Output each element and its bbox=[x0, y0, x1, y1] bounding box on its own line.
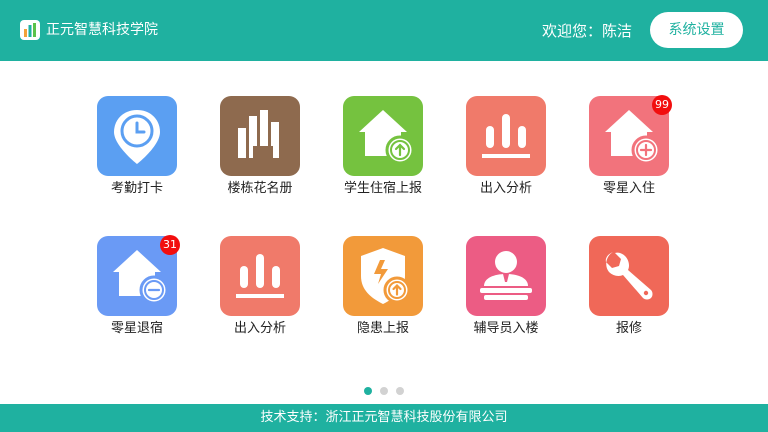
shield-upload-icon bbox=[343, 236, 423, 316]
page-dot-3[interactable] bbox=[396, 387, 404, 395]
tile-counselor-entry[interactable]: 辅导员入楼 bbox=[456, 236, 556, 348]
tile-access-analysis-1[interactable]: 出入分析 bbox=[456, 96, 556, 208]
location-clock-icon bbox=[97, 96, 177, 176]
home-remove-icon: 31 bbox=[97, 235, 180, 316]
wrench-icon bbox=[589, 236, 669, 316]
tile-label: 楼栋花名册 bbox=[227, 181, 293, 196]
bar-chart-icon bbox=[220, 236, 300, 316]
notification-badge: 31 bbox=[160, 235, 180, 255]
building-icon bbox=[220, 96, 300, 176]
page-dot-1[interactable] bbox=[364, 387, 372, 395]
tile-label: 出入分析 bbox=[233, 321, 286, 336]
tile-repair[interactable]: 报修 bbox=[579, 236, 679, 348]
tile-label: 学生住宿上报 bbox=[343, 181, 422, 196]
function-grid: 考勤打卡 楼栋花名册 学生住宿上报 出入分析 99 零星入住 31 零星退宿 出… bbox=[0, 0, 768, 432]
tile-hazard-report[interactable]: 隐患上报 bbox=[333, 236, 433, 348]
tile-label: 出入分析 bbox=[479, 181, 532, 196]
tile-label: 零星退宿 bbox=[110, 321, 163, 336]
tile-access-analysis-2[interactable]: 出入分析 bbox=[210, 236, 310, 348]
notification-badge: 99 bbox=[652, 95, 672, 115]
tile-student-lodging-report[interactable]: 学生住宿上报 bbox=[333, 96, 433, 208]
tile-label: 辅导员入楼 bbox=[473, 321, 539, 336]
tile-sporadic-check-out[interactable]: 31 零星退宿 bbox=[87, 235, 187, 348]
tile-label: 零星入住 bbox=[602, 181, 655, 196]
tile-sporadic-check-in[interactable]: 99 零星入住 bbox=[579, 95, 679, 208]
footer-support-text: 技术支持：浙江正元智慧科技股份有限公司 bbox=[0, 404, 768, 432]
page-indicator[interactable] bbox=[364, 387, 408, 395]
tile-attendance[interactable]: 考勤打卡 bbox=[87, 96, 187, 208]
page-dot-2[interactable] bbox=[380, 387, 388, 395]
home-add-icon: 99 bbox=[589, 95, 672, 176]
tile-label: 考勤打卡 bbox=[110, 181, 163, 196]
bar-chart-icon bbox=[466, 96, 546, 176]
tile-label: 隐患上报 bbox=[356, 321, 409, 336]
counselor-icon bbox=[466, 236, 546, 316]
tile-building-roster[interactable]: 楼栋花名册 bbox=[210, 96, 310, 208]
tile-label: 报修 bbox=[615, 321, 642, 336]
home-upload-icon bbox=[343, 96, 423, 176]
